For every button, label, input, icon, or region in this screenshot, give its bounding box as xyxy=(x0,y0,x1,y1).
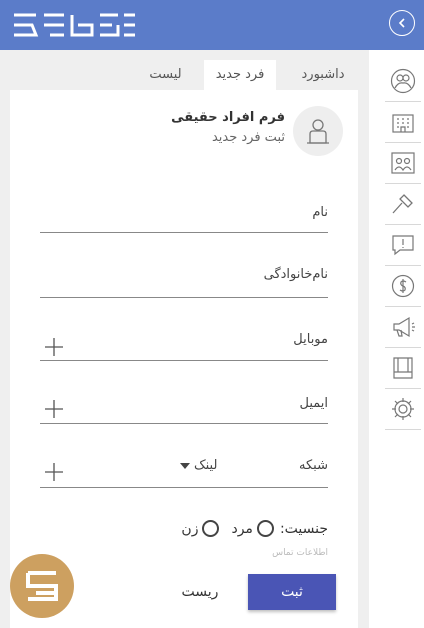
form-card: فرم افراد حقیقی ثبت فرد جدید نام نام‌خان… xyxy=(10,90,358,628)
last-name-field[interactable]: نام‌خانوادگی xyxy=(40,260,328,298)
building-icon xyxy=(392,114,414,133)
tab-bar: داشبورد فرد جدید لیست xyxy=(10,60,358,90)
add-mobile-icon[interactable] xyxy=(45,338,63,356)
submit-button[interactable]: ثبت xyxy=(248,574,336,610)
megaphone-icon xyxy=(393,316,415,338)
sidebar xyxy=(369,50,424,628)
app-header xyxy=(0,0,424,50)
dollar-icon xyxy=(391,274,415,298)
add-email-icon[interactable] xyxy=(45,400,63,418)
male-label: مرد xyxy=(231,520,253,537)
brand-mark-icon xyxy=(26,571,58,601)
network-label: شبکه xyxy=(299,458,328,473)
person-icon xyxy=(307,119,329,144)
back-button[interactable] xyxy=(389,10,415,36)
users-icon xyxy=(390,68,416,94)
presentation-icon xyxy=(391,152,415,174)
gender-row: جنسیت: مرد زن xyxy=(181,520,328,537)
floating-brand-button[interactable] xyxy=(10,554,74,618)
sidebar-item-messages[interactable] xyxy=(385,225,421,266)
alert-message-icon xyxy=(392,235,414,256)
chevron-left-icon xyxy=(398,18,405,28)
form-title: فرم افراد حقیقی xyxy=(171,110,285,125)
tab-dashboard[interactable]: داشبورد xyxy=(288,60,358,90)
male-radio[interactable] xyxy=(256,520,274,537)
form-subtitle: ثبت فرد جدید xyxy=(211,130,285,145)
network-select-value: لینک xyxy=(194,458,218,473)
sidebar-item-products[interactable] xyxy=(385,348,421,389)
last-name-label: نام‌خانوادگی xyxy=(263,267,328,282)
sidebar-item-finance[interactable] xyxy=(385,266,421,307)
sidebar-item-marketing[interactable] xyxy=(385,307,421,348)
mobile-field[interactable]: موبایل xyxy=(40,326,328,361)
female-label: زن xyxy=(181,520,199,537)
network-select[interactable]: لینک xyxy=(180,458,217,473)
sidebar-item-tools[interactable] xyxy=(385,184,421,225)
sidebar-item-companies[interactable] xyxy=(385,102,421,143)
gender-label: جنسیت: xyxy=(279,520,328,537)
gear-icon xyxy=(392,398,414,420)
contact-info-hint: اطلاعات تماس xyxy=(272,548,328,558)
brand-logo xyxy=(14,13,135,37)
hammer-icon xyxy=(392,194,413,214)
sidebar-item-users[interactable] xyxy=(385,61,421,102)
tab-list[interactable]: لیست xyxy=(138,60,193,90)
female-radio[interactable] xyxy=(202,520,220,537)
network-field[interactable]: شبکه لینک xyxy=(40,452,328,488)
tab-new-person[interactable]: فرد جدید xyxy=(204,60,276,90)
first-name-label: نام xyxy=(312,205,328,220)
sidebar-item-meetings[interactable] xyxy=(385,143,421,184)
box-icon xyxy=(393,357,413,379)
email-field[interactable]: ایمیل xyxy=(40,390,328,424)
mobile-label: موبایل xyxy=(293,332,328,347)
first-name-field[interactable]: نام xyxy=(40,198,328,233)
avatar xyxy=(293,106,343,156)
add-network-icon[interactable] xyxy=(45,463,63,481)
sidebar-item-settings[interactable] xyxy=(385,389,421,430)
reset-button[interactable]: ریست xyxy=(170,574,230,610)
caret-down-icon xyxy=(180,462,190,469)
email-label: ایمیل xyxy=(299,396,328,411)
